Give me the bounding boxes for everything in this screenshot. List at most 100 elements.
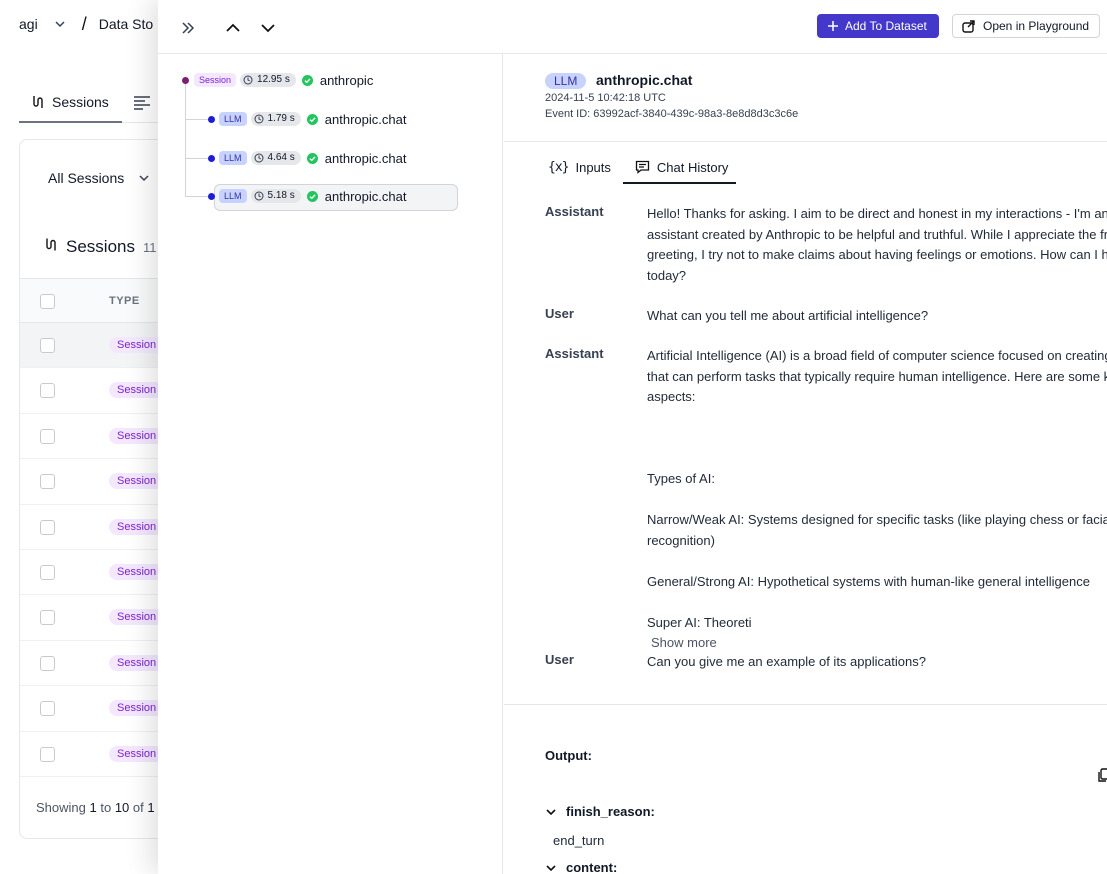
event-type-badge: LLM [545, 73, 587, 89]
previous-event-button[interactable] [221, 16, 245, 40]
trace-tree: Session 12.95 s anthropic LLM 1.79 s ant… [158, 54, 503, 874]
tree-node-root[interactable]: Session 12.95 s anthropic [182, 67, 373, 93]
tab-inputs[interactable]: {x} Inputs [545, 150, 620, 184]
session-filter[interactable]: All Sessions [48, 170, 150, 186]
show-more-link[interactable]: Show more [651, 633, 717, 654]
llm-badge: LLM [219, 151, 247, 165]
sessions-icon [46, 238, 56, 251]
row-checkbox[interactable] [40, 338, 55, 353]
output-label: Output: [545, 748, 592, 763]
pagination-to: 10 [114, 800, 130, 815]
tree-node-llm-3[interactable]: LLM 5.18 s anthropic.chat [208, 183, 406, 209]
session-type-badge: Session [109, 382, 165, 399]
finish-reason-toggle[interactable]: finish_reason: [545, 804, 655, 819]
row-checkbox[interactable] [40, 701, 55, 717]
pagination-to-word: to [100, 800, 112, 815]
row-checkbox[interactable] [40, 383, 55, 399]
next-event-button[interactable] [256, 16, 280, 40]
pagination-from: 1 [89, 800, 97, 815]
event-detail: LLM anthropic.chat 2024-11-5 10:42:18 UT… [504, 54, 1107, 874]
breadcrumb-org[interactable]: agi [19, 16, 38, 32]
chevron-down-icon [546, 808, 556, 815]
row-checkbox[interactable] [40, 428, 55, 444]
session-filter-label: All Sessions [48, 170, 125, 186]
duration-chip: 12.95 s [240, 73, 296, 87]
event-timestamp: 2024-11-5 10:42:18 UTC [545, 92, 666, 104]
open-in-playground-button[interactable]: Open in Playground [952, 14, 1101, 38]
external-open-icon [962, 19, 975, 33]
message-paragraph: Narrow/Weak AI: Systems designed for spe… [647, 512, 1107, 548]
row-checkbox[interactable] [40, 564, 55, 580]
sessions-title: Sessions [66, 237, 135, 256]
breadcrumb-section[interactable]: Data Sto [99, 16, 153, 32]
divider [504, 141, 1107, 142]
tab-sessions-label: Sessions [52, 94, 109, 110]
chevron-down-icon[interactable] [54, 18, 66, 30]
table-row[interactable]: Session [20, 414, 180, 460]
double-chevron-right-icon [182, 22, 195, 34]
finish-reason-key: finish_reason: [566, 804, 655, 819]
table-row[interactable]: Session [20, 595, 180, 641]
tab-inputs-label: Inputs [575, 159, 611, 175]
plus-icon [828, 21, 838, 31]
content-toggle[interactable]: content: [545, 860, 617, 874]
table-row[interactable]: Session [20, 550, 180, 596]
chevron-down-icon [139, 175, 149, 182]
check-circle-icon [306, 152, 318, 164]
node-name: anthropic.chat [324, 188, 407, 204]
sessions-card: All Sessions Sessions 11 TYPE Session Ses… [19, 139, 180, 839]
clock-icon [254, 114, 264, 124]
sessions-table-body: Session Session Session Session Session Sessi… [20, 323, 180, 777]
node-dot [182, 76, 189, 84]
clock-icon [254, 191, 264, 201]
pagination-summary: Showing 1 to 10 of 1 [36, 800, 155, 815]
table-row[interactable]: Session [20, 686, 180, 732]
tab-underline [19, 121, 122, 123]
sessions-heading: Sessions 11 [44, 237, 156, 257]
row-checkbox[interactable] [40, 519, 55, 535]
list-icon[interactable] [133, 95, 151, 111]
copy-icon[interactable] [1098, 768, 1107, 782]
breadcrumb: agi / Data Sto [19, 14, 153, 34]
duration-chip: 4.64 s [250, 151, 301, 165]
session-type-badge: Session [109, 654, 165, 671]
session-type-badge: Session [109, 563, 165, 580]
tree-connector [185, 196, 209, 197]
chevron-up-icon [226, 23, 240, 32]
tab-chat-history[interactable]: Chat History [622, 150, 737, 184]
node-dot [208, 115, 215, 123]
collapse-drawer-button[interactable] [176, 16, 200, 40]
row-checkbox[interactable] [40, 746, 55, 762]
sessions-count: 11 [142, 240, 157, 255]
tree-node-llm-2[interactable]: LLM 4.64 s anthropic.chat [208, 145, 406, 171]
session-type-badge: Session [109, 427, 165, 444]
message-role: Assistant [545, 204, 604, 219]
divider [504, 704, 1107, 705]
table-row[interactable]: Session [20, 732, 180, 777]
session-type-badge: Session [109, 745, 165, 762]
message-paragraph [647, 428, 1107, 449]
table-row[interactable]: Session [20, 641, 180, 687]
tab-sessions[interactable]: Sessions [31, 94, 109, 110]
type-column-header[interactable]: TYPE [109, 295, 140, 307]
check-circle-icon [301, 74, 313, 86]
table-row[interactable]: Session [20, 323, 180, 369]
llm-badge: LLM [219, 112, 247, 126]
session-type-badge: Session [109, 700, 165, 717]
table-row[interactable]: Session [20, 459, 180, 505]
open-in-playground-label: Open in Playground [983, 19, 1090, 33]
node-name: anthropic.chat [324, 150, 407, 166]
duration-value: 5.18 s [267, 190, 295, 201]
chevron-down-icon [546, 864, 556, 871]
row-checkbox[interactable] [40, 474, 55, 490]
row-checkbox[interactable] [40, 655, 55, 671]
table-row[interactable]: Session [20, 505, 180, 550]
add-to-dataset-label: Add To Dataset [845, 19, 927, 33]
select-all-checkbox[interactable] [40, 294, 55, 309]
table-row[interactable]: Session [20, 368, 180, 414]
row-checkbox[interactable] [40, 610, 55, 626]
node-dot [208, 192, 215, 200]
tree-node-llm-1[interactable]: LLM 1.79 s anthropic.chat [208, 106, 406, 132]
message-paragraph: Super AI: Theoreti [647, 614, 752, 630]
add-to-dataset-button[interactable]: Add To Dataset [817, 14, 939, 38]
